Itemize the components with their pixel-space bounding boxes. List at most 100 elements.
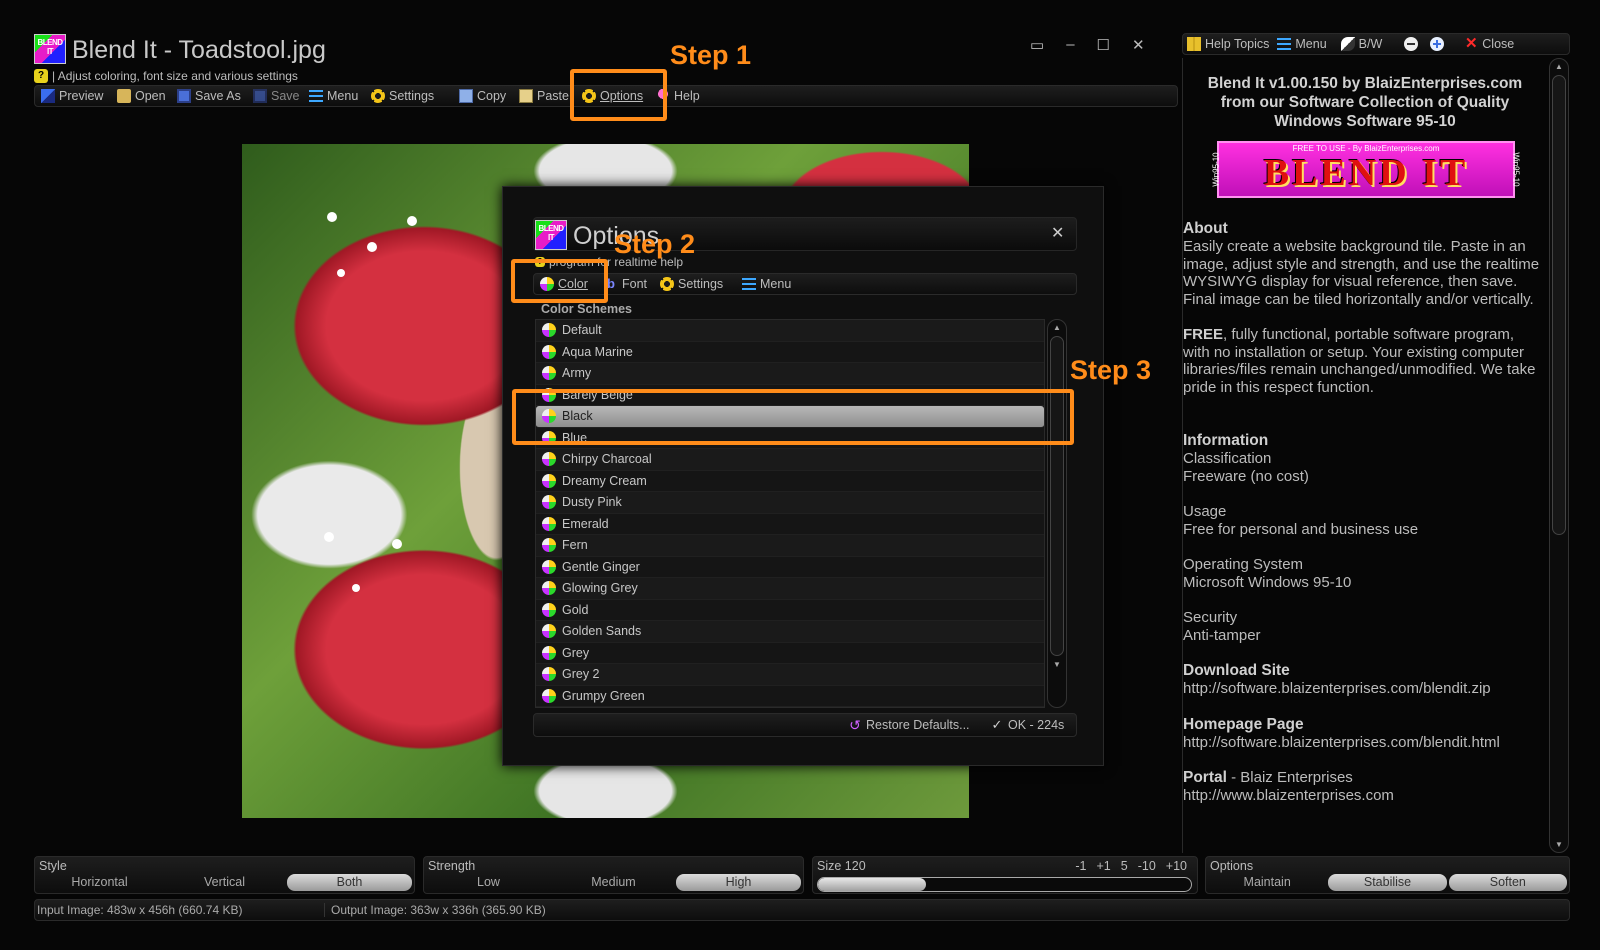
scheme-label: Grey 2 — [562, 667, 600, 682]
download-link[interactable]: http://software.blaizenterprises.com/ble… — [1183, 680, 1542, 698]
option-stabilise[interactable]: Stabilise — [1328, 874, 1447, 891]
scroll-up-arrow[interactable]: ▲ — [1048, 323, 1066, 332]
size-step-button[interactable]: -1 — [1075, 859, 1086, 873]
scheme-label: Grumpy Green — [562, 688, 645, 703]
help-toolbar: Help Topics Menu B/W ✕ Close — [1182, 33, 1570, 55]
scroll-up-arrow[interactable]: ▲ — [1550, 62, 1568, 71]
list-item[interactable]: Aqua Marine — [536, 341, 1044, 363]
color-scheme-icon — [542, 473, 556, 488]
help-close-button[interactable]: ✕ Close — [1464, 36, 1514, 51]
dialog-close-button[interactable]: ✕ — [1051, 223, 1064, 243]
color-scheme-icon — [542, 581, 556, 596]
section-title: Color Schemes — [541, 302, 633, 316]
mushroom-spot — [352, 584, 360, 592]
minimize-button[interactable]: – — [1066, 36, 1074, 54]
color-scheme-icon — [542, 323, 556, 338]
window-controls: ▭ – ☐ ✕ — [1030, 36, 1145, 54]
copy-button[interactable]: Copy — [459, 89, 519, 103]
list-item[interactable]: Chirpy Charcoal — [536, 449, 1044, 471]
list-scrollbar[interactable]: ▲ ▼ — [1047, 319, 1067, 708]
size-step-button[interactable]: +10 — [1166, 859, 1187, 873]
list-item[interactable]: Gentle Ginger — [536, 556, 1044, 578]
preview-button[interactable]: Preview — [41, 89, 117, 103]
scheme-label: Default — [562, 323, 602, 338]
tab-font[interactable]: b Font — [604, 277, 660, 292]
menu-button[interactable]: Menu — [309, 89, 371, 103]
close-button[interactable]: ✕ — [1132, 36, 1145, 54]
size-step-buttons: -1 +1 5 -10 +10 — [1075, 859, 1187, 873]
about-heading: About — [1183, 220, 1228, 237]
dialog-toolbar: Color b Font Settings Menu — [533, 273, 1077, 295]
list-item[interactable]: Emerald — [536, 513, 1044, 535]
help-scrollbar[interactable]: ▲ ▼ — [1549, 58, 1569, 853]
homepage-link[interactable]: http://software.blaizenterprises.com/ble… — [1183, 734, 1542, 752]
list-item[interactable]: Gold — [536, 599, 1044, 621]
option-maintain[interactable]: Maintain — [1208, 874, 1326, 891]
option-high[interactable]: High — [676, 874, 801, 891]
list-item[interactable]: Fern — [536, 535, 1044, 557]
ok-button[interactable]: ✓ OK - 224s — [990, 717, 1065, 733]
free-text: FREE, fully functional, portable softwar… — [1183, 326, 1536, 396]
step2-highlight — [511, 259, 608, 303]
scheme-label: Aqua Marine — [562, 344, 633, 359]
scroll-thumb[interactable] — [1552, 75, 1566, 535]
scroll-down-arrow[interactable]: ▼ — [1550, 840, 1568, 849]
size-group: Size 120 -1 +1 5 -10 +10 — [812, 856, 1198, 894]
restore-button[interactable]: ▭ — [1030, 36, 1044, 54]
option-medium[interactable]: Medium — [551, 874, 676, 891]
hint-line: ? | Adjust coloring, font size and vario… — [34, 69, 298, 83]
tab-menu[interactable]: Menu — [742, 277, 802, 291]
option-low[interactable]: Low — [426, 874, 551, 891]
help-header: Blend It v1.00.150 by BlaizEnterprises.c… — [1207, 75, 1523, 130]
size-step-button[interactable]: 5 — [1121, 859, 1128, 873]
download-heading: Download Site — [1183, 662, 1290, 679]
option-soften[interactable]: Soften — [1448, 874, 1567, 891]
mushroom-spot — [392, 539, 402, 549]
about-text: Easily create a website background tile.… — [1183, 238, 1540, 308]
portal-link[interactable]: http://www.blaizenterprises.com — [1183, 787, 1542, 805]
open-button[interactable]: Open — [117, 89, 177, 103]
help-topics-button[interactable]: Help Topics — [1187, 37, 1269, 51]
option-vertical[interactable]: Vertical — [162, 874, 287, 891]
settings-button[interactable]: Settings — [371, 89, 459, 103]
list-item[interactable]: Grey 2 — [536, 664, 1044, 686]
list-item[interactable]: Default — [536, 320, 1044, 342]
scheme-label: Gold — [562, 602, 589, 617]
size-step-button[interactable]: +1 — [1096, 859, 1110, 873]
help-content: About Easily create a website background… — [1183, 220, 1570, 804]
maximize-button[interactable]: ☐ — [1097, 36, 1110, 54]
save-as-button[interactable]: Save As — [177, 89, 253, 103]
contrast-icon — [1340, 37, 1355, 51]
list-item[interactable]: Glowing Grey — [536, 578, 1044, 600]
scroll-thumb[interactable] — [1050, 336, 1064, 656]
list-item[interactable]: Dusty Pink — [536, 492, 1044, 514]
paste-icon — [519, 89, 533, 103]
option-both[interactable]: Both — [287, 874, 412, 891]
step2-label: Step 2 — [614, 229, 696, 259]
list-item[interactable]: Dreamy Cream — [536, 470, 1044, 492]
list-item[interactable]: Grey — [536, 642, 1044, 664]
strength-group: Strength Low Medium High — [423, 856, 804, 894]
zoom-in-button[interactable] — [1430, 37, 1445, 51]
scroll-down-arrow[interactable]: ▼ — [1048, 660, 1066, 669]
style-group: Style Horizontal Vertical Both — [34, 856, 415, 894]
zoom-out-button[interactable] — [1404, 37, 1419, 51]
scheme-label: Army — [562, 366, 592, 381]
save-button[interactable]: Save — [253, 89, 309, 103]
color-scheme-icon — [542, 667, 556, 682]
list-item[interactable]: Grumpy Green — [536, 685, 1044, 707]
restore-defaults-button[interactable]: ↺ Restore Defaults... — [848, 718, 969, 732]
tab-settings[interactable]: Settings — [660, 277, 742, 291]
output-image-status: Output Image: 363w x 336h (365.90 KB) — [331, 903, 546, 917]
help-menu-button[interactable]: Menu — [1277, 37, 1327, 51]
size-step-button[interactable]: -10 — [1138, 859, 1156, 873]
bw-button[interactable]: B/W — [1340, 37, 1382, 51]
size-slider[interactable] — [817, 877, 1192, 892]
option-horizontal[interactable]: Horizontal — [37, 874, 162, 891]
style-segmented: Horizontal Vertical Both — [37, 874, 412, 891]
list-item[interactable]: Golden Sands — [536, 621, 1044, 643]
list-item[interactable]: Army — [536, 363, 1044, 385]
step3-highlight — [512, 389, 1074, 445]
color-scheme-list[interactable]: Default Aqua Marine Army Barely Beige Black B… — [535, 319, 1045, 708]
check-icon: ✓ — [991, 717, 1003, 732]
